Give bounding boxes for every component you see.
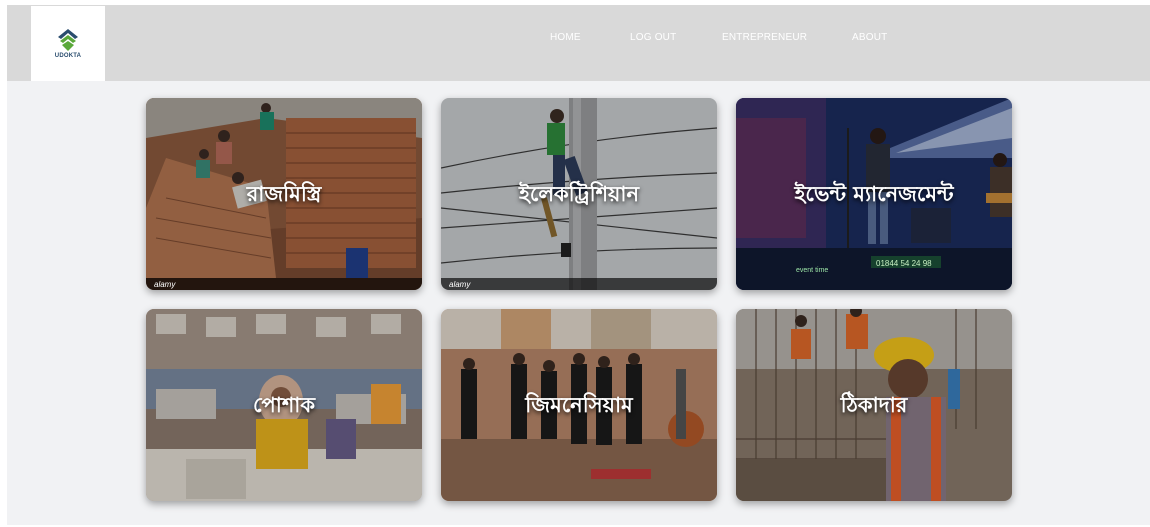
stock-watermark-bar [441,278,717,290]
category-title: ঠিকাদার [840,393,908,417]
stock-watermark-label: alamy [449,280,471,289]
category-card-gymnasium[interactable]: জিমনেসিয়াম [441,309,717,501]
category-card-mason[interactable]: রাজমিস্ত্রি alamy [146,98,422,290]
stock-watermark-bar [146,278,422,290]
stock-watermark-label: alamy [154,280,176,289]
nav-home-link[interactable]: HOME [550,32,581,43]
nav-entrepreneur-link[interactable]: ENTREPRENEUR [722,32,807,43]
nav-menu: HOME LOG OUT ENTREPRENEUR ABOUT [7,32,1150,52]
category-card-garments[interactable]: পোশাক [146,309,422,501]
category-grid: রাজমিস্ত্রি alamy ইলেকট্রিশিয়ান alamy ই… [146,98,1012,501]
nav-about-link[interactable]: ABOUT [852,32,887,43]
navbar: UDOKTA HOME LOG OUT ENTREPRENEUR ABOUT [7,5,1150,81]
category-title: ইভেন্ট ম্যানেজমেন্ট [794,182,954,206]
category-card-event-management[interactable]: ইভেন্ট ম্যানেজমেন্ট event time 01844 54 … [736,98,1012,290]
event-banner-phone: 01844 54 24 98 [876,259,932,268]
category-card-electrician[interactable]: ইলেকট্রিশিয়ান alamy [441,98,717,290]
logo-text: UDOKTA [54,52,82,59]
page-frame: UDOKTA HOME LOG OUT ENTREPRENEUR ABOUT র… [7,5,1150,525]
event-banner-tag: event time [796,267,829,274]
category-title: ইলেকট্রিশিয়ান [518,182,640,206]
category-title: রাজমিস্ত্রি [246,182,322,206]
category-title: পোশাক [252,393,316,417]
category-card-contractor[interactable]: ঠিকাদার [736,309,1012,501]
category-title: জিমনেসিয়াম [525,393,633,417]
nav-logout-link[interactable]: LOG OUT [630,32,676,43]
